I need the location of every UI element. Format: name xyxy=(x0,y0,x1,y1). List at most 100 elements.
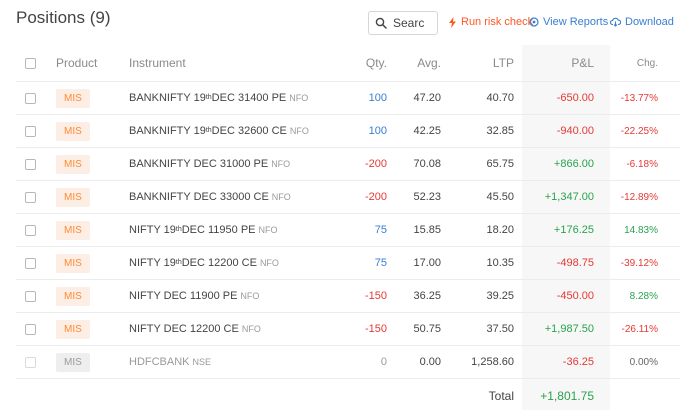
pnl-cell: -650.00 xyxy=(556,92,594,104)
avg-cell: 70.08 xyxy=(413,158,441,170)
product-badge: MIS xyxy=(56,253,90,273)
row-checkbox[interactable] xyxy=(25,191,36,203)
view-reports-label: View Reports xyxy=(543,16,609,28)
qty-cell: 100 xyxy=(368,125,387,137)
instrument-cell[interactable]: NIFTY 19th DEC 12200 CE NFO xyxy=(129,247,279,279)
instrument-name: NIFTY DEC 12200 CE xyxy=(129,323,239,335)
product-cell: MIS xyxy=(56,181,90,213)
chg-cell: -26.11% xyxy=(621,323,658,335)
instrument-cell[interactable]: NIFTY 19th DEC 11950 PE NFO xyxy=(129,214,278,246)
avg-cell: 52.23 xyxy=(413,191,441,203)
exchange-label: NSE xyxy=(192,357,212,367)
select-all-cell xyxy=(25,45,37,81)
pnl-cell: -36.25 xyxy=(562,356,594,368)
product-cell: MIS xyxy=(56,346,90,378)
table-row[interactable]: MIS NIFTY 19th DEC 11950 PE NFO 75 15.85 18.2… xyxy=(16,214,680,247)
qty-cell: 0 xyxy=(380,356,387,368)
exchange-label: NFO xyxy=(271,192,291,202)
product-badge: MIS xyxy=(56,88,90,108)
ltp-cell: 32.85 xyxy=(486,125,514,137)
instrument-cell[interactable]: BANKNIFTY 19th DEC 32600 CE NFO xyxy=(129,115,309,147)
instrument-name: NIFTY 19 xyxy=(129,224,176,236)
instrument-name: HDFCBANK xyxy=(129,356,190,368)
instrument-cell[interactable]: BANKNIFTY 19th DEC 31400 PE NFO xyxy=(129,82,308,114)
instrument-name: NIFTY 19 xyxy=(129,257,176,269)
avg-cell: 36.25 xyxy=(413,290,441,302)
run-risk-check-label: Run risk check xyxy=(461,16,534,28)
column-header-qty[interactable]: Qty. xyxy=(337,45,387,81)
product-cell: MIS xyxy=(56,247,90,279)
avg-cell: 42.25 xyxy=(413,125,441,137)
table-row[interactable]: MIS BANKNIFTY 19th DEC 31400 PE NFO 100 47.2… xyxy=(16,82,680,115)
search-icon xyxy=(375,17,387,29)
instrument-cell[interactable]: BANKNIFTY DEC 33000 CE NFO xyxy=(129,181,291,213)
instrument-cell[interactable]: NIFTY DEC 12200 CE NFO xyxy=(129,313,261,345)
instrument-name: BANKNIFTY 19 xyxy=(129,125,206,137)
product-cell: MIS xyxy=(56,280,90,312)
table-row[interactable]: MIS BANKNIFTY DEC 33000 CE NFO -200 52.23 45.… xyxy=(16,181,680,214)
column-header-ltp[interactable]: LTP xyxy=(464,45,514,81)
avg-cell: 0.00 xyxy=(419,356,441,368)
avg-cell: 50.75 xyxy=(413,323,441,335)
row-select-cell xyxy=(25,181,37,213)
search-input[interactable] xyxy=(393,16,433,30)
column-header-instrument[interactable]: Instrument xyxy=(129,45,186,81)
row-checkbox[interactable] xyxy=(25,290,36,302)
table-row[interactable]: MIS NIFTY DEC 12200 CE NFO -150 50.75 37.50 +1… xyxy=(16,313,680,346)
chg-cell: -12.89% xyxy=(620,191,658,203)
product-badge: MIS xyxy=(56,121,90,141)
run-risk-check-button[interactable]: Run risk check xyxy=(448,16,533,28)
table-row[interactable]: MIS BANKNIFTY 19th DEC 32600 CE NFO 100 42.2… xyxy=(16,115,680,148)
chg-cell: -6.18% xyxy=(626,158,658,170)
instrument-cell[interactable]: HDFCBANK NSE xyxy=(129,346,211,378)
row-select-cell xyxy=(25,247,37,279)
column-header-pnl[interactable]: P&L xyxy=(522,45,594,81)
exchange-label: NFO xyxy=(289,126,309,136)
row-checkbox[interactable] xyxy=(25,125,36,137)
column-header-avg[interactable]: Avg. xyxy=(393,45,441,81)
instrument-cell[interactable]: BANKNIFTY DEC 31000 PE NFO xyxy=(129,148,290,180)
row-checkbox[interactable] xyxy=(25,92,36,104)
search-box[interactable] xyxy=(368,11,438,35)
product-badge: MIS xyxy=(56,154,90,174)
row-checkbox[interactable] xyxy=(25,158,36,170)
row-checkbox[interactable] xyxy=(25,224,36,236)
qty-cell: 75 xyxy=(374,224,387,236)
chg-cell: 8.28% xyxy=(629,290,658,302)
table-row[interactable]: MIS NIFTY DEC 11900 PE NFO -150 36.25 39.25 -4… xyxy=(16,280,680,313)
column-header-product[interactable]: Product xyxy=(56,45,97,81)
pnl-cell: -940.00 xyxy=(556,125,594,137)
exchange-label: NFO xyxy=(271,159,291,169)
qty-cell: -200 xyxy=(364,191,387,203)
exchange-label: NFO xyxy=(258,225,278,235)
table-row[interactable]: MIS NIFTY 19th DEC 12200 CE NFO 75 17.00 10.3… xyxy=(16,247,680,280)
row-checkbox[interactable] xyxy=(25,323,36,335)
table-row[interactable]: MIS BANKNIFTY DEC 31000 PE NFO -200 70.08 65.… xyxy=(16,148,680,181)
product-cell: MIS xyxy=(56,148,90,180)
instrument-name: BANKNIFTY DEC 33000 CE xyxy=(129,191,269,203)
product-cell: MIS xyxy=(56,214,90,246)
view-reports-button[interactable]: View Reports xyxy=(529,16,608,28)
row-select-cell xyxy=(25,214,37,246)
exchange-label: NFO xyxy=(241,324,261,334)
product-cell: MIS xyxy=(56,313,90,345)
avg-cell: 47.20 xyxy=(413,92,441,104)
instrument-cell[interactable]: NIFTY DEC 11900 PE NFO xyxy=(129,280,259,312)
pnl-cell: +176.25 xyxy=(553,224,594,236)
pnl-cell: -498.75 xyxy=(556,257,594,269)
select-all-checkbox[interactable] xyxy=(25,57,36,69)
download-button[interactable]: Download xyxy=(610,16,674,28)
table-body: MIS BANKNIFTY 19th DEC 31400 PE NFO 100 47.2… xyxy=(16,82,680,379)
column-header-chg[interactable]: Chg. xyxy=(610,45,658,81)
table-row[interactable]: MIS HDFCBANK NSE 0 0.00 1,258.60 -36.25 0.00% xyxy=(16,346,680,379)
chg-cell: 14.83% xyxy=(624,224,658,236)
exchange-label: NFO xyxy=(240,291,260,301)
chg-cell: -13.77% xyxy=(620,92,658,104)
qty-cell: -200 xyxy=(364,158,387,170)
row-select-cell xyxy=(25,148,37,180)
row-select-cell xyxy=(25,280,37,312)
ltp-cell: 40.70 xyxy=(486,92,514,104)
chg-cell: -22.25% xyxy=(620,125,658,137)
row-checkbox[interactable] xyxy=(25,356,36,368)
row-checkbox[interactable] xyxy=(25,257,36,269)
